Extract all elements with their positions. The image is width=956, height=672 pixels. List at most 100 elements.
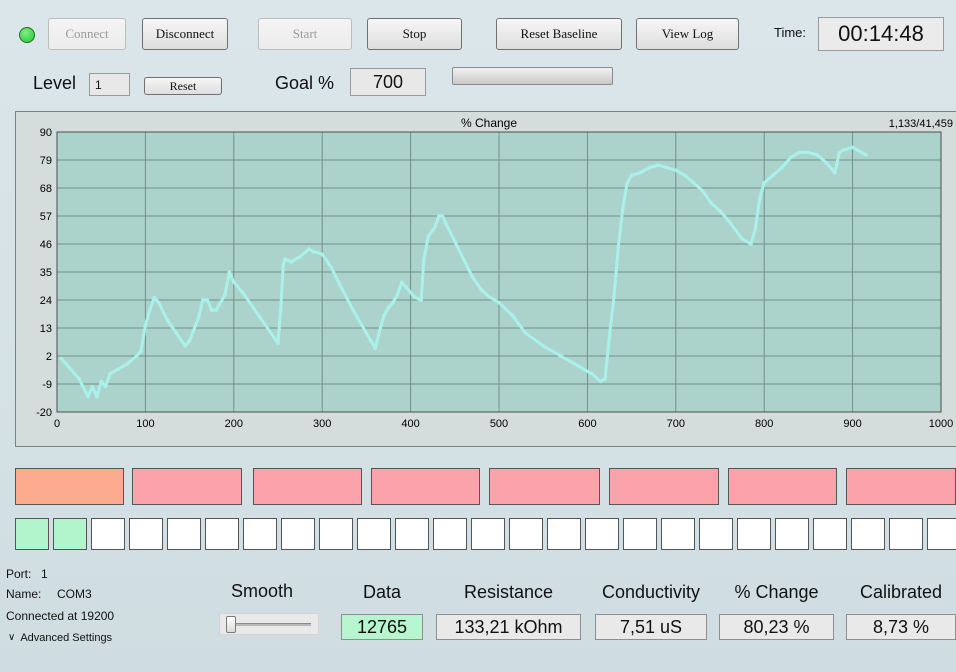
indicator-cell [585, 518, 619, 550]
indicator-cell [91, 518, 125, 550]
percent-change-chart: 0 100 200 300 400 500 600 700 800 900 1000 -20 -9 2 13… [15, 111, 956, 447]
indicator-cell [851, 518, 885, 550]
reset-baseline-button[interactable]: Reset Baseline [496, 18, 622, 50]
data-point [413, 295, 417, 300]
stop-button[interactable]: Stop [367, 18, 462, 50]
x-tick-label: 100 [136, 418, 154, 430]
connection-status-led [19, 27, 35, 43]
port-value: 1 [41, 567, 48, 581]
data-point [824, 160, 828, 165]
data-point [117, 366, 121, 371]
percent-change-label: % Change [734, 582, 819, 602]
level-input[interactable]: 1 [89, 73, 130, 96]
x-tick-label: 400 [401, 418, 419, 430]
data-point [510, 313, 515, 318]
data-point [395, 293, 400, 297]
data-point [488, 295, 492, 300]
view-log-button[interactable]: View Log [636, 18, 739, 50]
data-point [386, 305, 391, 310]
goal-progress-bar [452, 67, 613, 85]
data-point [232, 280, 236, 284]
data-point [369, 338, 373, 343]
data-point [307, 247, 311, 251]
data-point [780, 165, 784, 170]
data-point [806, 150, 811, 155]
x-tick-label: 800 [755, 418, 773, 430]
data-point [444, 221, 448, 226]
data-point [329, 265, 333, 269]
data-point [757, 196, 762, 200]
data-point [68, 366, 73, 371]
resistance-value: 133,21 kOhm [436, 614, 581, 640]
indicator-cell [53, 518, 87, 550]
y-tick-label: -20 [36, 407, 52, 419]
calibrated-label: Calibrated [859, 582, 943, 602]
x-tick-label: 700 [667, 418, 685, 430]
y-tick-label: 57 [40, 211, 52, 223]
indicator-tile [132, 468, 242, 505]
indicator-tile [846, 468, 956, 505]
advanced-settings-toggle[interactable]: ∨ Advanced Settings [8, 632, 112, 644]
data-point [859, 150, 864, 155]
disconnect-button[interactable]: Disconnect [142, 18, 228, 50]
advanced-settings-label: Advanced Settings [20, 632, 113, 644]
data-point [788, 155, 793, 160]
data-point [205, 298, 210, 302]
data-point [289, 260, 294, 264]
data-point [156, 300, 161, 305]
data-point [59, 356, 64, 361]
start-button[interactable]: Start [258, 18, 352, 50]
data-point [183, 344, 187, 348]
x-tick-label: 300 [313, 418, 331, 430]
time-label: Time: [774, 25, 807, 40]
data-point [523, 331, 528, 335]
data-point [276, 341, 280, 346]
y-tick-label: 68 [40, 183, 52, 195]
data-point [740, 237, 744, 241]
indicator-cell [15, 518, 49, 550]
data-point [749, 242, 753, 246]
indicator-tile [15, 468, 124, 505]
smooth-label: Smooth [230, 581, 294, 601]
data-point [377, 328, 382, 333]
smooth-slider[interactable] [219, 613, 319, 635]
conductivity-value: 7,51 uS [595, 614, 707, 640]
y-tick-label: 46 [40, 239, 52, 251]
indicator-tile [728, 468, 837, 505]
data-point [320, 252, 325, 256]
data-point [139, 349, 143, 353]
data-point [461, 257, 466, 262]
indicator-cell [661, 518, 695, 550]
percent-change-value: 80,23 % [719, 614, 834, 640]
data-point [833, 170, 837, 175]
data-point [77, 377, 81, 381]
data-point [214, 308, 218, 312]
smooth-slider-track [231, 623, 311, 626]
data-point [134, 354, 139, 358]
chart-canvas: 0 100 200 300 400 500 600 700 800 900 1000 -20 -9 2 13… [36, 116, 953, 430]
data-point [278, 308, 283, 312]
y-tick-label: 13 [40, 323, 52, 335]
connect-button[interactable]: Connect [48, 18, 126, 50]
indicator-cell [395, 518, 429, 550]
x-tick-label: 500 [490, 418, 508, 430]
level-label: Level [33, 73, 77, 93]
data-point [165, 318, 170, 323]
smooth-slider-thumb[interactable] [226, 616, 236, 633]
y-tick-label: 2 [46, 351, 52, 363]
data-point [797, 150, 802, 155]
name-label: Name: [6, 587, 42, 601]
x-tick-label: 1000 [929, 418, 953, 430]
indicator-cell [205, 518, 239, 550]
data-point [598, 379, 603, 384]
indicator-cell [357, 518, 391, 550]
indicator-cell [509, 518, 543, 550]
level-reset-button[interactable]: Reset [144, 77, 222, 95]
data-point [152, 295, 157, 300]
data-point [281, 262, 286, 267]
data-point [404, 285, 408, 290]
data-point [590, 372, 594, 376]
data-value: 12765 [341, 614, 423, 640]
port-label: Port: [6, 567, 32, 581]
data-point [682, 173, 687, 178]
